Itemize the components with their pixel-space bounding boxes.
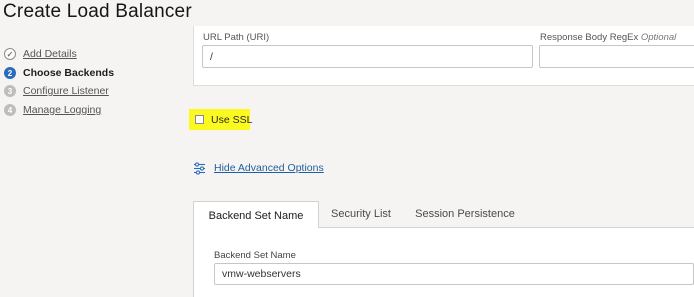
url-path-label: URL Path (URI): [203, 32, 270, 43]
step-choose-backends: 2 Choose Backends: [4, 67, 114, 79]
step-add-details-link[interactable]: Add Details: [23, 48, 77, 60]
optional-tag: Optional: [640, 32, 677, 43]
tab-panel-backend-set: Backend Set Name: [193, 228, 694, 297]
hide-advanced-options-link[interactable]: Hide Advanced Options: [214, 162, 324, 174]
check-icon: ✓: [4, 48, 16, 60]
step-number-icon: 2: [4, 67, 16, 79]
sliders-icon[interactable]: [193, 162, 206, 175]
response-regex-input[interactable]: [539, 45, 694, 68]
use-ssl-checkbox[interactable]: [195, 115, 204, 124]
step-manage-logging[interactable]: 4 Manage Logging: [4, 104, 101, 116]
step-choose-backends-label: Choose Backends: [23, 67, 115, 79]
step-manage-logging-link[interactable]: Manage Logging: [23, 104, 101, 116]
tab-security-list[interactable]: Security List: [323, 201, 399, 227]
step-number-icon: 4: [4, 104, 16, 116]
tab-session-persistence[interactable]: Session Persistence: [407, 201, 523, 227]
url-path-input[interactable]: [202, 45, 533, 68]
page-title: Create Load Balancer: [3, 1, 192, 22]
backend-set-name-label: Backend Set Name: [214, 250, 296, 261]
response-regex-label-wrap: Response Body RegEx Optional: [540, 32, 676, 43]
use-ssl-label[interactable]: Use SSL: [211, 114, 252, 126]
health-check-panel: URL Path (URI) Response Body RegEx Optio…: [193, 26, 694, 86]
backend-set-name-input[interactable]: [214, 263, 694, 285]
step-configure-listener[interactable]: 3 Configure Listener: [4, 85, 109, 97]
tab-backend-set-name[interactable]: Backend Set Name: [193, 201, 319, 229]
step-number-icon: 3: [4, 85, 16, 97]
response-regex-label: Response Body RegEx: [540, 32, 639, 43]
step-configure-listener-link[interactable]: Configure Listener: [23, 85, 109, 97]
step-add-details[interactable]: ✓ Add Details: [4, 48, 77, 60]
